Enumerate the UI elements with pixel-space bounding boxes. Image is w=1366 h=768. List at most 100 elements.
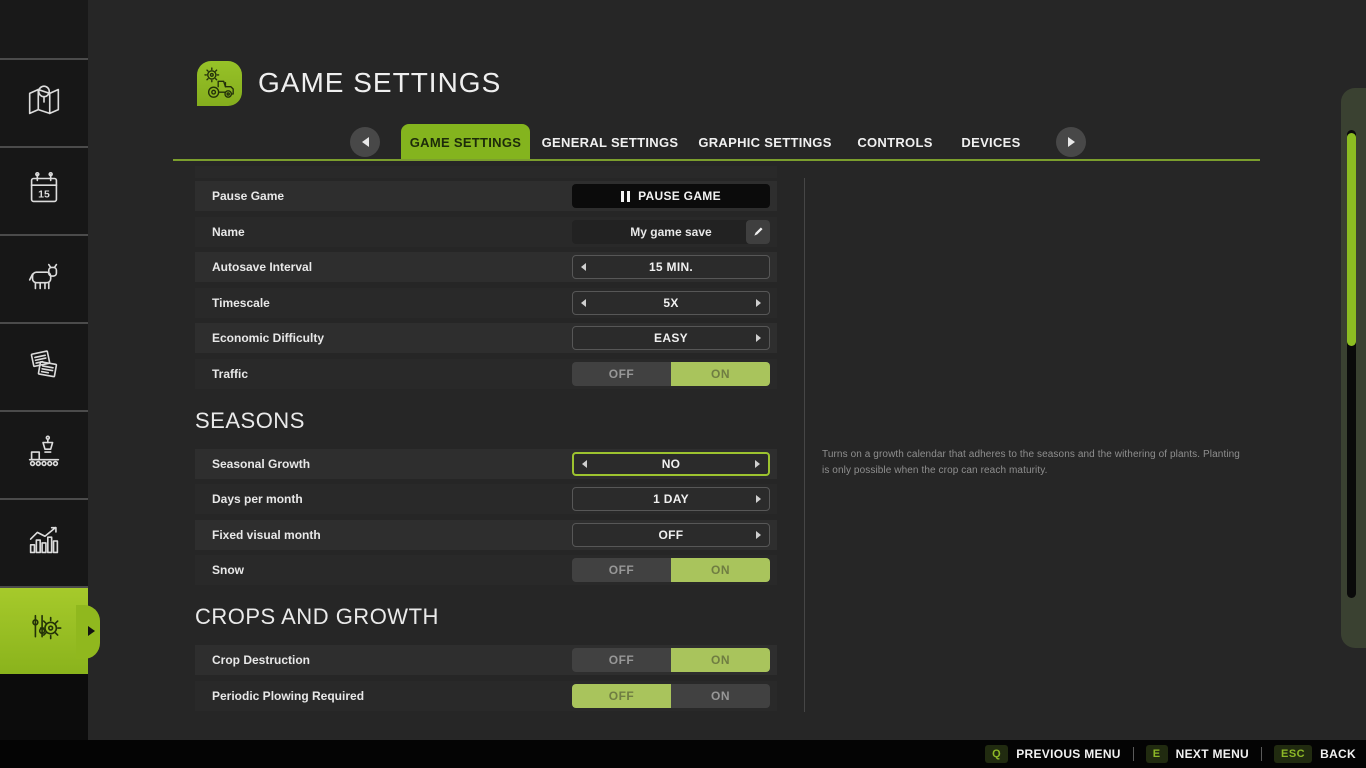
production-icon [23, 432, 65, 479]
increase-icon[interactable] [756, 495, 761, 503]
sidebar-item-map[interactable] [0, 58, 88, 146]
settings-sliders-gear-icon [23, 608, 65, 655]
documents-icon [23, 344, 65, 391]
decrease-icon[interactable] [581, 263, 586, 271]
snow-toggle[interactable]: OFF ON [572, 558, 770, 582]
setting-label: Days per month [212, 484, 303, 514]
chevron-right-icon [1068, 137, 1075, 147]
key-badge-esc: ESC [1274, 745, 1312, 763]
days-per-month-stepper[interactable]: 1 DAY [572, 487, 770, 511]
svg-text:15: 15 [38, 188, 50, 200]
economic-difficulty-stepper[interactable]: EASY [572, 326, 770, 350]
decrease-icon[interactable] [582, 460, 587, 468]
settings-group-general: Pause Game PAUSE GAME Name My game save [195, 181, 777, 389]
pause-game-button[interactable]: PAUSE GAME [572, 184, 770, 208]
row-timescale: Timescale 5X [195, 288, 777, 318]
toggle-off-option[interactable]: OFF [572, 648, 671, 672]
setting-label: Economic Difficulty [212, 323, 324, 353]
toggle-off-option[interactable]: OFF [572, 362, 671, 386]
setting-label: Name [212, 217, 245, 247]
key-badge-e: E [1146, 745, 1168, 763]
timescale-value: 5X [663, 296, 678, 310]
autosave-interval-value: 15 MIN. [649, 260, 693, 274]
fixed-visual-month-value: OFF [659, 528, 684, 542]
toggle-off-option[interactable]: OFF [572, 684, 671, 708]
chevron-left-icon [362, 137, 369, 147]
tab-devices[interactable]: DEVICES [941, 124, 1041, 161]
row-traffic: Traffic OFF ON [195, 359, 777, 389]
panel-divider [804, 178, 805, 712]
toggle-on-option[interactable]: ON [671, 648, 770, 672]
setting-label: Seasonal Growth [212, 449, 310, 479]
timescale-stepper[interactable]: 5X [572, 291, 770, 315]
row-name: Name My game save [195, 217, 777, 247]
autosave-interval-stepper[interactable]: 15 MIN. [572, 255, 770, 279]
setting-label: Autosave Interval [212, 252, 312, 282]
seasonal-growth-stepper[interactable]: NO [572, 452, 770, 476]
calendar-icon: 15 [23, 168, 65, 215]
setting-label: Fixed visual month [212, 520, 321, 550]
toggle-on-option[interactable]: ON [671, 684, 770, 708]
increase-icon[interactable] [756, 334, 761, 342]
save-name-field[interactable]: My game save [572, 220, 770, 244]
sidebar-spacer [0, 0, 88, 58]
footer-separator [1261, 747, 1262, 761]
periodic-plowing-toggle[interactable]: OFF ON [572, 684, 770, 708]
setting-label: Crop Destruction [212, 645, 310, 675]
sidebar-item-finances[interactable] [0, 322, 88, 410]
settings-group-crops: Crop Destruction OFF ON Periodic Plowing… [195, 645, 777, 711]
decrease-icon[interactable] [581, 299, 586, 307]
edit-name-button[interactable] [746, 220, 770, 244]
row-pause-game: Pause Game PAUSE GAME [195, 181, 777, 211]
footer-bar: Q PREVIOUS MENU E NEXT MENU ESC BACK [0, 740, 1366, 768]
next-menu-shortcut[interactable]: NEXT MENU [1176, 747, 1249, 761]
sidebar-item-calendar[interactable]: 15 [0, 146, 88, 234]
sidebar-item-animals[interactable] [0, 234, 88, 322]
seasonal-growth-value: NO [662, 457, 681, 471]
cow-icon [23, 256, 65, 303]
row-periodic-plowing-required: Periodic Plowing Required OFF ON [195, 681, 777, 711]
tab-underline [173, 159, 1260, 161]
crop-destruction-toggle[interactable]: OFF ON [572, 648, 770, 672]
setting-label: Traffic [212, 359, 248, 389]
pause-icon [621, 191, 630, 202]
traffic-toggle[interactable]: OFF ON [572, 362, 770, 386]
scrollbar-thumb[interactable] [1347, 133, 1356, 346]
setting-label: Timescale [212, 288, 270, 318]
row-economic-difficulty: Economic Difficulty EASY [195, 323, 777, 353]
toggle-on-option[interactable]: ON [671, 558, 770, 582]
sidebar-item-production[interactable] [0, 410, 88, 498]
settings-list: Pause Game PAUSE GAME Name My game save [195, 166, 777, 716]
toggle-off-option[interactable]: OFF [572, 558, 671, 582]
setting-description: Turns on a growth calendar that adheres … [822, 447, 1246, 478]
setting-label: Pause Game [212, 181, 284, 211]
sidebar-item-statistics[interactable] [0, 498, 88, 586]
scrolled-row-sliver [195, 166, 777, 178]
back-shortcut[interactable]: BACK [1320, 747, 1356, 761]
previous-menu-shortcut[interactable]: PREVIOUS MENU [1016, 747, 1121, 761]
tab-controls[interactable]: CONTROLS [845, 124, 945, 161]
tab-graphic-settings[interactable]: GRAPHIC SETTINGS [695, 124, 835, 161]
economic-difficulty-value: EASY [654, 331, 688, 345]
toggle-on-option[interactable]: ON [671, 362, 770, 386]
row-snow: Snow OFF ON [195, 555, 777, 585]
row-crop-destruction: Crop Destruction OFF ON [195, 645, 777, 675]
setting-label: Snow [212, 555, 244, 585]
tabs-previous-button[interactable] [350, 127, 380, 157]
section-heading-crops-and-growth: CROPS AND GROWTH [195, 601, 777, 633]
tab-general-settings[interactable]: GENERAL SETTINGS [540, 124, 680, 161]
page-title: GAME SETTINGS [258, 67, 501, 99]
pause-game-button-label: PAUSE GAME [638, 189, 721, 203]
map-icon [23, 79, 65, 128]
row-seasonal-growth: Seasonal Growth NO [195, 449, 777, 479]
tab-game-settings[interactable]: GAME SETTINGS [401, 124, 530, 161]
increase-icon[interactable] [755, 460, 760, 468]
fixed-visual-month-stepper[interactable]: OFF [572, 523, 770, 547]
row-autosave-interval: Autosave Interval 15 MIN. [195, 252, 777, 282]
tabs-next-button[interactable] [1056, 127, 1086, 157]
increase-icon[interactable] [756, 299, 761, 307]
increase-icon[interactable] [756, 531, 761, 539]
game-settings-screen: 15 [0, 0, 1366, 768]
active-item-arrow-icon [88, 626, 95, 636]
sidebar-item-game-settings[interactable] [0, 586, 88, 674]
